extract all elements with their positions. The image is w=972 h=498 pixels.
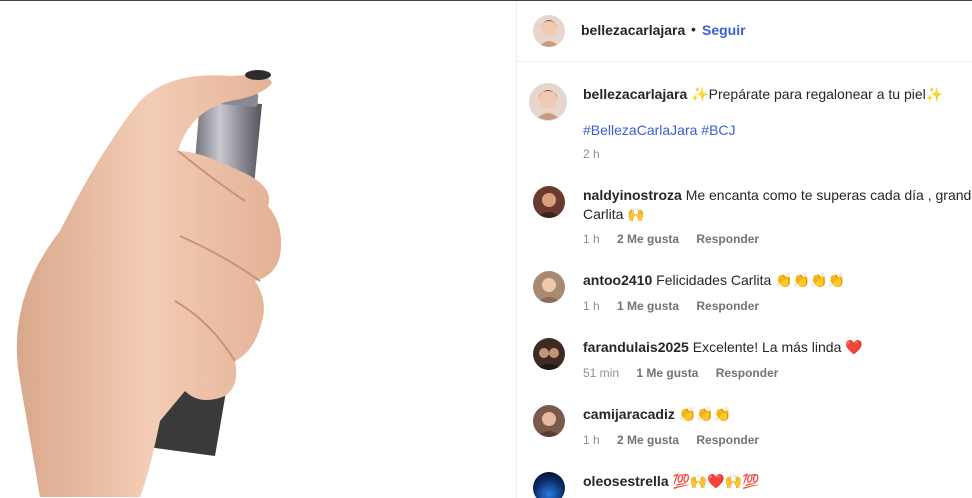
author-username[interactable]: bellezacarlajara: [581, 22, 685, 38]
comment-meta: 1 h 2 Me gusta Responder: [583, 433, 773, 447]
comment-likes[interactable]: 2 Me gusta: [617, 433, 679, 447]
comment-item: farandulais2025 Excelente! La más linda …: [583, 338, 972, 357]
comment-text: Me encanta como te superas cada día , gr…: [685, 187, 972, 203]
comment-text: 👏👏👏: [678, 406, 732, 422]
reply-button[interactable]: Responder: [716, 366, 779, 380]
caption: bellezacarlajara ✨Prepárate para regalon…: [583, 85, 972, 104]
comment-likes[interactable]: 1 Me gusta: [617, 299, 679, 313]
comment-username[interactable]: naldyinostroza: [583, 187, 682, 203]
comment-item: oleosestrella 💯🙌❤️🙌💯: [583, 472, 972, 491]
comment-text: Excelente! La más linda ❤️: [692, 339, 863, 355]
separator-dot: •: [691, 21, 696, 37]
follow-button[interactable]: Seguir: [702, 22, 746, 38]
comment-text: Felicidades Carlita 👏👏👏👏: [656, 272, 845, 288]
commenter-avatar[interactable]: [533, 338, 565, 370]
comment-time: 51 min: [583, 366, 620, 380]
caption-text: ✨Prepárate para regalonear a tu piel✨: [691, 86, 944, 102]
post-media-image[interactable]: [0, 1, 516, 498]
commenter-face-icon: [537, 193, 561, 218]
commenter-avatar[interactable]: [533, 405, 565, 437]
comment-text-continued: Carlita 🙌: [583, 205, 972, 224]
comment-time: 1 h: [583, 433, 600, 447]
comment-username[interactable]: camijaracadiz: [583, 406, 675, 422]
comment-likes[interactable]: 1 Me gusta: [636, 366, 698, 380]
caption-author-avatar[interactable]: [529, 83, 567, 121]
comment-item: antoo2410 Felicidades Carlita 👏👏👏👏: [583, 271, 972, 290]
reply-button[interactable]: Responder: [696, 299, 759, 313]
commenter-face-icon: [535, 348, 563, 370]
comments-panel: bellezacarlajara • Seguir bellezacarlaja…: [517, 1, 972, 498]
commenter-avatar[interactable]: [533, 472, 565, 498]
commenter-face-icon: [537, 278, 561, 303]
comment-text-line2: Carlita 🙌: [583, 206, 645, 222]
reply-button[interactable]: Responder: [696, 232, 759, 246]
comment-item: camijaracadiz 👏👏👏: [583, 405, 972, 424]
comment-time: 1 h: [583, 232, 600, 246]
commenter-avatar[interactable]: [533, 186, 565, 218]
comment-username[interactable]: farandulais2025: [583, 339, 689, 355]
caption-time: 2 h: [583, 147, 600, 161]
caption-username[interactable]: bellezacarlajara: [583, 86, 687, 102]
post-header: bellezacarlajara • Seguir: [517, 1, 972, 62]
comment-text: 💯🙌❤️🙌💯: [672, 473, 760, 489]
author-face-icon: [536, 90, 560, 120]
comment-item: naldyinostroza Me encanta como te supera…: [583, 186, 972, 205]
comment-meta: 1 h 2 Me gusta Responder: [583, 232, 773, 246]
author-face-icon: [539, 20, 559, 47]
commenter-face-icon: [537, 412, 561, 437]
comment-meta: 1 h 1 Me gusta Responder: [583, 299, 773, 313]
hand-holding-spray-bottle-image: [16, 70, 282, 498]
comment-username[interactable]: oleosestrella: [583, 473, 669, 489]
commenter-avatar[interactable]: [533, 271, 565, 303]
comment-meta: 51 min 1 Me gusta Responder: [583, 366, 792, 380]
comment-likes[interactable]: 2 Me gusta: [617, 232, 679, 246]
reply-button[interactable]: Responder: [696, 433, 759, 447]
comment-username[interactable]: antoo2410: [583, 272, 652, 288]
caption-hashtags[interactable]: #BellezaCarlaJara #BCJ: [583, 122, 736, 138]
author-avatar[interactable]: [533, 15, 565, 47]
comment-time: 1 h: [583, 299, 600, 313]
